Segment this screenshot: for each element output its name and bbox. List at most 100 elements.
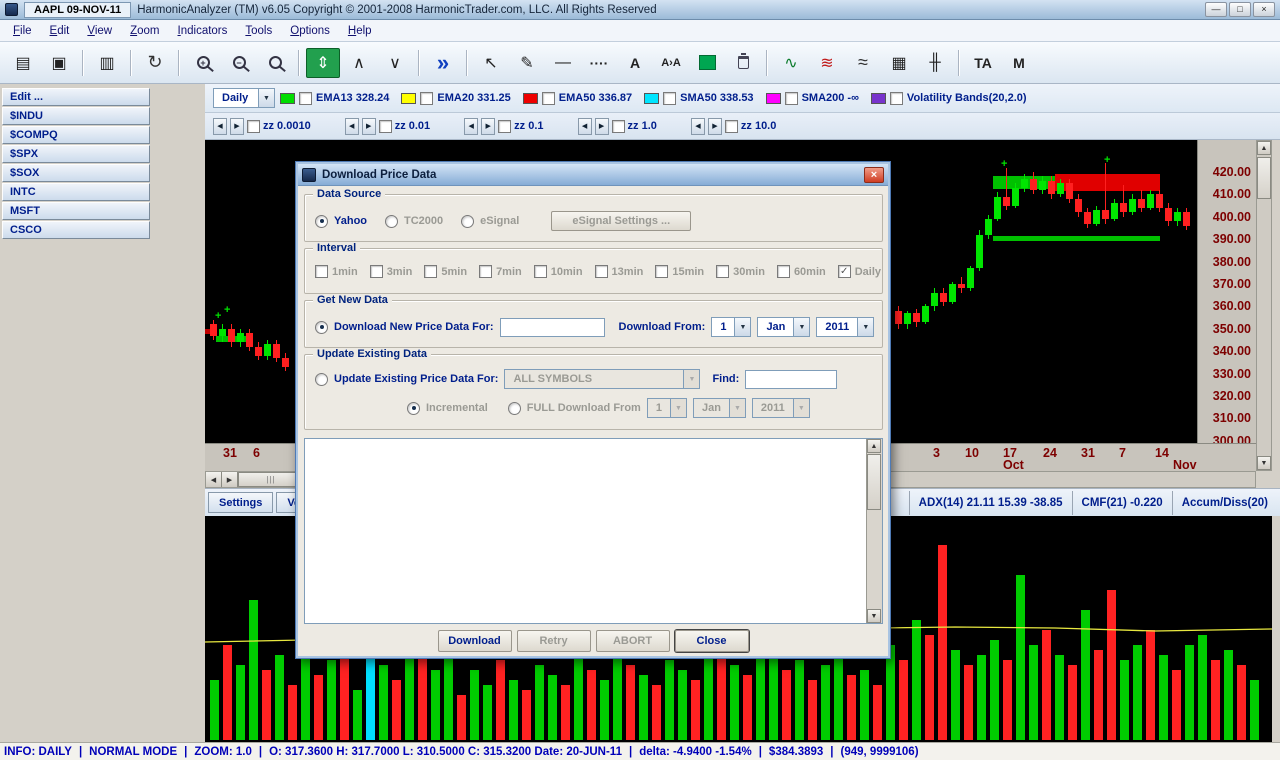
maximize-button[interactable]: □ <box>1229 2 1251 17</box>
scroll-up-icon[interactable]: ▲ <box>1257 141 1271 155</box>
scroll-right-icon[interactable]: ▶ <box>222 472 238 487</box>
chevron-down-icon[interactable]: ▼ <box>258 89 274 107</box>
menu-file[interactable]: File <box>4 22 41 40</box>
spin-right-icon[interactable]: ▶ <box>362 118 376 135</box>
volatility-checkbox[interactable] <box>890 92 903 105</box>
print-icon[interactable]: ▥ <box>90 48 124 78</box>
scroll-down-icon[interactable]: ▼ <box>1257 456 1271 470</box>
menu-options[interactable]: Options <box>281 22 339 40</box>
minimize-button[interactable]: — <box>1205 2 1227 17</box>
ema20-checkbox[interactable] <box>420 92 433 105</box>
menu-tools[interactable]: Tools <box>236 22 281 40</box>
scroll-left-icon[interactable]: ◀ <box>206 472 222 487</box>
from-day-combo[interactable]: 1▼ <box>711 317 751 337</box>
toolbar-separator <box>466 50 468 76</box>
sidebar-item-msft[interactable]: MSFT <box>2 202 150 220</box>
menu-edit[interactable]: Edit <box>41 22 79 40</box>
sidebar-item-intc[interactable]: INTC <box>2 183 150 201</box>
scroll-up-icon[interactable]: ▲ <box>867 439 881 453</box>
zz-1.0-checkbox[interactable] <box>612 120 625 133</box>
sidebar-item-spx[interactable]: $SPX <box>2 145 150 163</box>
spin-left-icon[interactable]: ◀ <box>578 118 592 135</box>
save-icon[interactable]: ▣ <box>42 48 76 78</box>
from-month-combo[interactable]: Jan▼ <box>757 317 810 337</box>
sma50-checkbox[interactable] <box>663 92 676 105</box>
refresh-icon[interactable]: ↻ <box>138 48 172 78</box>
text-size-icon[interactable]: A›A <box>654 48 688 78</box>
zigzag-icon[interactable]: ∿ <box>774 48 808 78</box>
dialog-close-icon[interactable]: × <box>864 167 884 183</box>
spin-right-icon[interactable]: ▶ <box>708 118 722 135</box>
log-scroll-thumb[interactable] <box>867 454 881 510</box>
sidebar-item-indu[interactable]: $INDU <box>2 107 150 125</box>
chevron-down-icon[interactable]: ▼ <box>793 318 809 336</box>
sma200-checkbox[interactable] <box>785 92 798 105</box>
new-symbol-input[interactable] <box>500 318 605 337</box>
zz-0.01-checkbox[interactable] <box>379 120 392 133</box>
price-axis: 420.00410.00400.00390.00380.00370.00360.… <box>1197 140 1256 471</box>
draw-pencil-icon[interactable]: ✎ <box>510 48 544 78</box>
menu-help[interactable]: Help <box>339 22 381 40</box>
chart-vertical-scrollbar[interactable]: ▲ ▼ <box>1256 140 1272 471</box>
spin-right-icon[interactable]: ▶ <box>595 118 609 135</box>
spin-left-icon[interactable]: ◀ <box>345 118 359 135</box>
update-existing-radio[interactable] <box>315 373 328 386</box>
pointer-icon[interactable]: ↖ <box>474 48 508 78</box>
yahoo-radio[interactable] <box>315 215 328 228</box>
harmonic-pattern-icon[interactable]: ≋ <box>810 48 844 78</box>
close-dialog-button[interactable]: Close <box>675 630 749 652</box>
download-button[interactable]: Download <box>438 630 512 652</box>
zz-0.1-checkbox[interactable] <box>498 120 511 133</box>
candlestick-icon[interactable]: ╫ <box>918 48 952 78</box>
spin-left-icon[interactable]: ◀ <box>464 118 478 135</box>
vertical-scroll-thumb[interactable] <box>1257 157 1271 199</box>
zoom-out-icon[interactable]: − <box>222 48 256 78</box>
fast-forward-icon[interactable]: » <box>426 48 460 78</box>
dialog-title-bar[interactable]: Download Price Data × <box>298 164 888 186</box>
download-log[interactable]: ▲ ▼ <box>304 438 883 624</box>
spin-left-icon[interactable]: ◀ <box>691 118 705 135</box>
draw-line-icon[interactable]: ― <box>546 48 580 78</box>
close-button[interactable]: × <box>1253 2 1275 17</box>
spin-right-icon[interactable]: ▶ <box>230 118 244 135</box>
toolbar-separator <box>298 50 300 76</box>
chevron-down-icon[interactable]: ▼ <box>857 318 873 336</box>
draw-dots-icon[interactable]: ···· <box>582 48 616 78</box>
menu-view[interactable]: View <box>78 22 121 40</box>
ema50-checkbox[interactable] <box>542 92 555 105</box>
download-new-radio[interactable] <box>315 321 328 334</box>
menu-indicators[interactable]: Indicators <box>169 22 237 40</box>
title-bar[interactable]: AAPL 09-NOV-11 HarmonicAnalyzer (TM) v6.… <box>0 0 1280 20</box>
menu-zoom[interactable]: Zoom <box>121 22 168 40</box>
technical-analysis-icon[interactable]: TA <box>966 48 1000 78</box>
ema13-checkbox[interactable] <box>299 92 312 105</box>
zz-0.0010-checkbox[interactable] <box>247 120 260 133</box>
collapse-down-icon[interactable]: ∨ <box>378 48 412 78</box>
text-icon[interactable]: A <box>618 48 652 78</box>
sidebar-item-sox[interactable]: $SOX <box>2 164 150 182</box>
tab-settings[interactable]: Settings <box>208 492 273 513</box>
update-existing-legend: Update Existing Data <box>313 348 431 360</box>
timeframe-combo[interactable]: Daily ▼ <box>213 88 275 108</box>
chevron-down-icon[interactable]: ▼ <box>734 318 750 336</box>
zoom-in-icon[interactable]: + <box>186 48 220 78</box>
zoom-reset-icon[interactable] <box>258 48 292 78</box>
scale-vertical-icon[interactable]: ⇕ <box>306 48 340 78</box>
zz-10.0-checkbox[interactable] <box>725 120 738 133</box>
sidebar-item-csco[interactable]: CSCO <box>2 221 150 239</box>
spin-right-icon[interactable]: ▶ <box>481 118 495 135</box>
scroll-down-icon[interactable]: ▼ <box>867 609 881 623</box>
color-swatch-icon[interactable] <box>690 48 724 78</box>
fax-icon[interactable]: ▤ <box>6 48 40 78</box>
delete-icon[interactable] <box>726 48 760 78</box>
grid-icon[interactable]: ▦ <box>882 48 916 78</box>
find-input[interactable] <box>745 370 837 389</box>
sidebar-item-compq[interactable]: $COMPQ <box>2 126 150 144</box>
line-chart-icon[interactable]: ≈ <box>846 48 880 78</box>
log-scrollbar[interactable]: ▲ ▼ <box>866 439 882 623</box>
sidebar-item-edit-...[interactable]: Edit ... <box>2 88 150 106</box>
from-year-combo[interactable]: 2011▼ <box>816 317 874 337</box>
spin-left-icon[interactable]: ◀ <box>213 118 227 135</box>
harmonic-mode-icon[interactable]: M <box>1002 48 1036 78</box>
collapse-up-icon[interactable]: ∧ <box>342 48 376 78</box>
